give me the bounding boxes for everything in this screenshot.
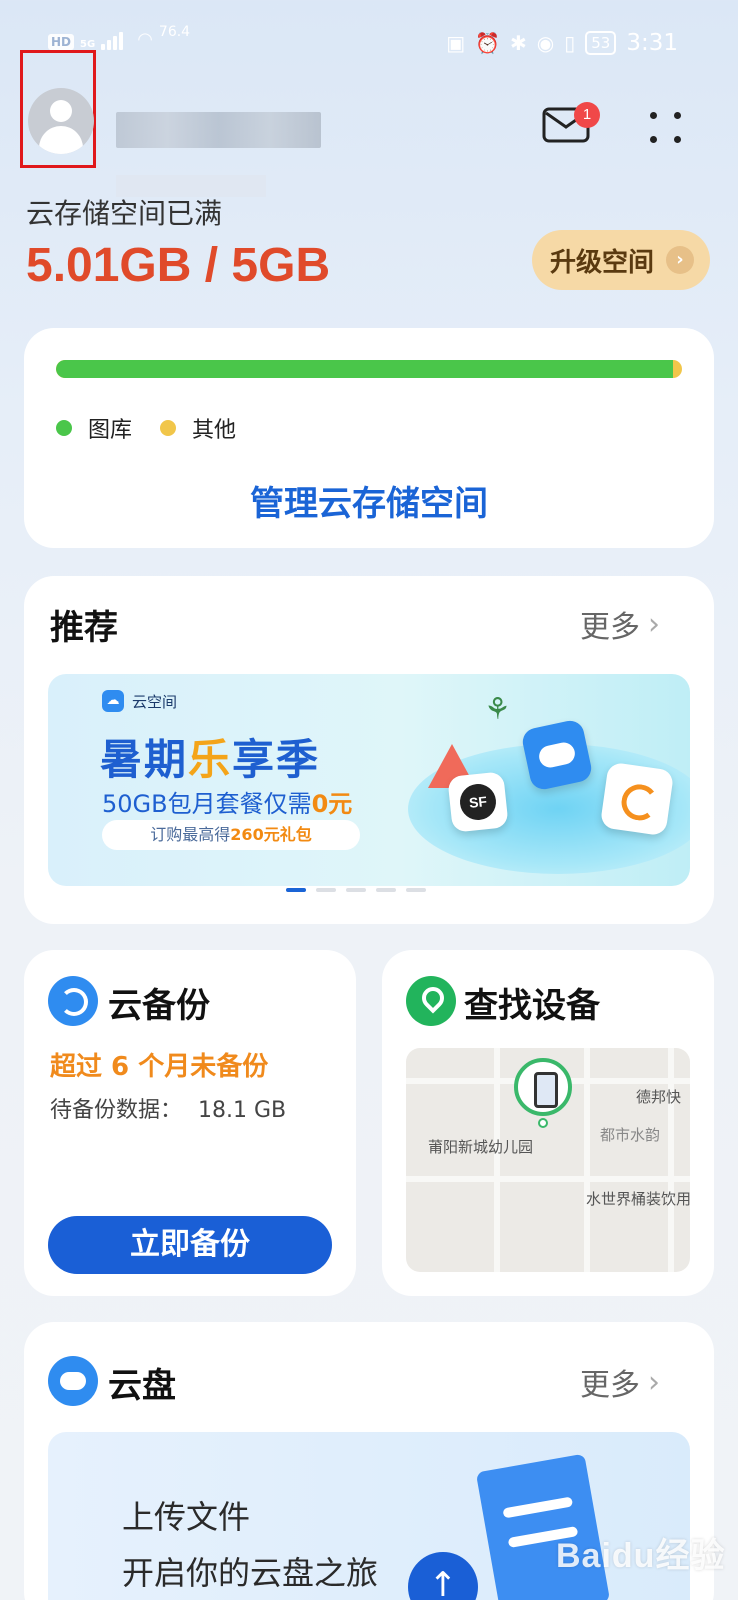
backup-pending-value: 18.1 GB (198, 1098, 287, 1123)
pager-dot (376, 888, 396, 892)
legend-gallery: 图库 (56, 412, 132, 444)
map-label: 都市水韵 (600, 1126, 661, 1144)
storage-bar (56, 360, 682, 378)
didi-app-icon (599, 761, 675, 837)
banner-logo-text: 云空间 (132, 692, 178, 711)
recommend-more-link[interactable]: 更多 › (580, 602, 660, 646)
banner-title-part: 暑期 (100, 735, 189, 784)
cloud-drive-icon (48, 1356, 98, 1406)
backup-warning: 超过 6 个月未备份 (50, 1052, 269, 1082)
alarm-icon: ⏰ (475, 31, 501, 55)
storage-bar-gallery (56, 360, 673, 378)
phone-location-marker (514, 1058, 572, 1116)
status-bar: HD 5G ◠ 76.4 ▣ ⏰ ✱ ◉ ▯ 53 3:31 (0, 0, 738, 90)
pager-dot (316, 888, 336, 892)
map-label: 水世界桶装饮用 (586, 1190, 690, 1208)
nfc-icon: ▣ (446, 31, 466, 55)
map-road (406, 1176, 690, 1182)
storage-usage: 5.01GB / 5GB (26, 239, 331, 292)
signal-icon (101, 28, 124, 50)
cloud-drive-title: 云盘 (108, 1366, 176, 1406)
chevron-right-icon: › (666, 246, 695, 274)
network-type: 5G (80, 39, 96, 50)
upload-banner-line1: 上传文件 (122, 1498, 251, 1536)
upgrade-button-label: 升级空间 (550, 247, 655, 278)
more-menu-icon[interactable] (648, 110, 684, 146)
hd-icon: HD (48, 34, 75, 50)
banner-title-part: 享季 (232, 735, 321, 784)
map-label: 德邦快 (636, 1088, 682, 1106)
backup-pending: 待备份数据： 18.1 GB (50, 1092, 286, 1124)
legend-label-other: 其他 (192, 418, 237, 443)
banner-pager (286, 888, 426, 892)
clock: 3:31 (626, 30, 678, 56)
wifi-icon: ◠ (137, 29, 153, 50)
chevron-right-icon: › (648, 1364, 660, 1400)
sf-express-icon (447, 771, 509, 833)
pager-dot (346, 888, 366, 892)
palm-tree-icon: ⚘ (484, 692, 511, 727)
banner-pill-text: 订购最高得 (150, 825, 231, 844)
mail-badge: 1 (574, 102, 600, 128)
cloud-app-icon (520, 718, 594, 792)
backup-now-button[interactable]: 立即备份 (48, 1216, 332, 1274)
banner-title: 暑期乐享季 (100, 726, 320, 787)
banner-title-highlight: 乐 (188, 735, 233, 784)
upload-banner-line2: 开启你的云盘之旅 (122, 1554, 379, 1592)
banner-subtitle-text: 50GB包月套餐仅需 (102, 790, 312, 818)
legend-dot-other (160, 420, 176, 436)
recommend-title: 推荐 (50, 608, 118, 648)
cloud-backup-icon (48, 976, 98, 1026)
backup-title: 云备份 (108, 986, 210, 1026)
upload-arrow-icon: ↑ (408, 1552, 478, 1600)
manage-storage-link[interactable]: 管理云存储空间 (24, 476, 714, 525)
avatar[interactable] (28, 88, 94, 154)
upgrade-button[interactable]: 升级空间 › (532, 230, 710, 290)
pager-dot (406, 888, 426, 892)
banner-pill: 订购最高得260元礼包 (102, 820, 360, 850)
banner-logo: ☁ 云空间 (102, 690, 177, 712)
map-label: 莆阳新城幼儿园 (428, 1138, 534, 1156)
vibrate-icon: ▯ (564, 31, 576, 55)
network-speed: 76.4 (158, 24, 191, 40)
avatar-head-shape (50, 100, 72, 122)
find-device-title: 查找设备 (464, 986, 600, 1026)
device-map[interactable]: 德邦快 莆阳新城幼儿园 都市水韵 水世界桶装饮用 (406, 1048, 690, 1272)
backup-pending-label: 待备份数据： (50, 1098, 183, 1123)
username-blurred (116, 112, 321, 148)
pager-dot (286, 888, 306, 892)
bluetooth-icon: ✱ (510, 31, 527, 55)
legend-other: 其他 (160, 412, 236, 444)
legend-dot-gallery (56, 420, 72, 436)
banner-subtitle: 50GB包月套餐仅需0元 (102, 784, 352, 819)
banner-pill-gift: 260元礼包 (230, 825, 312, 844)
cloud-drive-more-label: 更多 (580, 1368, 640, 1403)
marker-point (538, 1118, 548, 1128)
location-pin-icon (406, 976, 456, 1026)
avatar-body-shape (39, 126, 83, 154)
location-icon: ◉ (536, 31, 555, 55)
cloud-drive-more-link[interactable]: 更多 › (580, 1360, 660, 1404)
cloud-icon: ☁ (102, 690, 124, 712)
watermark: Baidu经验 (556, 1537, 726, 1575)
storage-status: 云存储空间已满 (26, 197, 223, 230)
battery-icon: 53 (585, 31, 617, 55)
legend-label-gallery: 图库 (88, 418, 133, 443)
document-illustration (475, 1453, 611, 1600)
chevron-right-icon: › (648, 606, 660, 642)
promo-banner[interactable]: ☁ 云空间 暑期乐享季 50GB包月套餐仅需0元 订购最高得260元礼包 ⚘ (48, 674, 690, 886)
banner-subtitle-price: 0元 (311, 790, 353, 818)
recommend-more-label: 更多 (580, 610, 640, 645)
